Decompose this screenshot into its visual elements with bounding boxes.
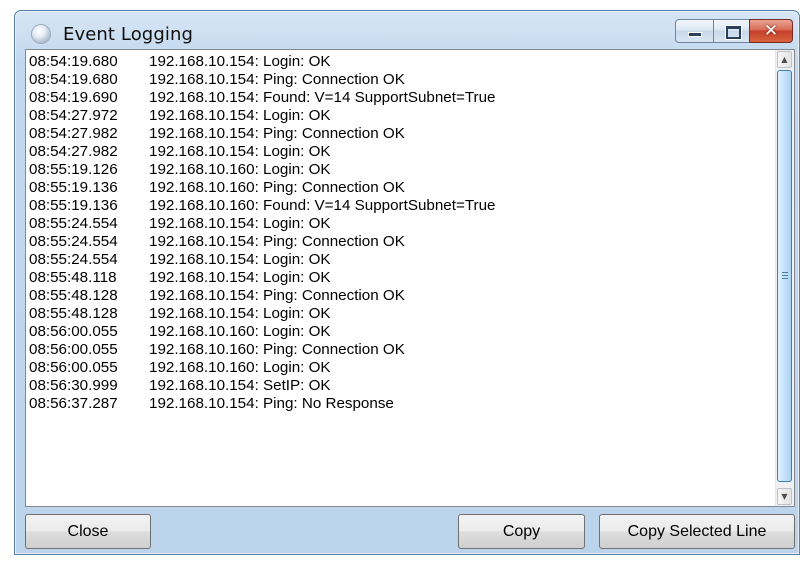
- log-message: 192.168.10.154: Ping: Connection OK: [149, 71, 405, 88]
- log-line[interactable]: 08:54:27.982 192.168.10.154: Ping: Connec…: [29, 125, 776, 143]
- log-line[interactable]: 08:55:48.118 192.168.10.154: Login: OK: [29, 269, 776, 287]
- log-message: 192.168.10.154: Login: OK: [149, 143, 331, 160]
- log-line[interactable]: 08:56:00.055 192.168.10.160: Ping: Connec…: [29, 341, 776, 359]
- log-timestamp: 08:56:00.055: [29, 323, 118, 340]
- log-line[interactable]: 08:55:24.554 192.168.10.154: Login: OK: [29, 251, 776, 269]
- caption-buttons: ✕: [675, 19, 793, 44]
- log-line[interactable]: 08:55:24.554 192.168.10.154: Ping: Connec…: [29, 233, 776, 251]
- log-timestamp: 08:55:24.554: [29, 251, 118, 268]
- close-button[interactable]: Close: [25, 514, 151, 549]
- log-line[interactable]: 08:55:19.126 192.168.10.160: Login: OK: [29, 161, 776, 179]
- maximize-button[interactable]: [713, 19, 750, 43]
- log-timestamp: 08:56:00.055: [29, 341, 118, 358]
- scroll-thumb[interactable]: [777, 70, 792, 482]
- log-line[interactable]: 08:55:48.128 192.168.10.154: Login: OK: [29, 305, 776, 323]
- log-timestamp: 08:55:19.136: [29, 179, 118, 196]
- log-message: 192.168.10.154: Ping: Connection OK: [149, 287, 405, 304]
- log-message: 192.168.10.154: Ping: Connection OK: [149, 233, 405, 250]
- arrow-down-icon: ▼: [781, 492, 788, 501]
- log-timestamp: 08:56:00.055: [29, 359, 118, 376]
- log-line[interactable]: 08:56:00.055 192.168.10.160: Login: OK: [29, 359, 776, 377]
- log-timestamp: 08:54:19.690: [29, 89, 118, 106]
- event-logging-window: Event Logging ✕ 08:54:19.680 192.168.10.1…: [14, 10, 800, 555]
- log-message: 192.168.10.154: Ping: No Response: [149, 395, 394, 412]
- grip-line: [782, 272, 788, 273]
- log-message: 192.168.10.154: SetIP: OK: [149, 377, 331, 394]
- log-line[interactable]: 08:54:19.690 192.168.10.154: Found: V=14 …: [29, 89, 776, 107]
- log-line[interactable]: 08:56:37.287 192.168.10.154: Ping: No Res…: [29, 395, 776, 413]
- log-line[interactable]: 08:55:19.136 192.168.10.160: Ping: Connec…: [29, 179, 776, 197]
- log-timestamp: 08:55:19.136: [29, 197, 118, 214]
- log-line[interactable]: 08:55:48.128 192.168.10.154: Ping: Connec…: [29, 287, 776, 305]
- event-log-list[interactable]: 08:54:19.680 192.168.10.154: Login: OK 08:…: [25, 49, 795, 507]
- copy-selected-line-button[interactable]: Copy Selected Line: [599, 514, 795, 549]
- log-timestamp: 08:56:30.999: [29, 377, 118, 394]
- log-lines: 08:54:19.680 192.168.10.154: Login: OK 08:…: [26, 50, 776, 506]
- log-message: 192.168.10.154: Login: OK: [149, 251, 331, 268]
- log-message: 192.168.10.154: Login: OK: [149, 215, 331, 232]
- log-timestamp: 08:56:37.287: [29, 395, 118, 412]
- log-timestamp: 08:55:24.554: [29, 215, 118, 232]
- window-title: Event Logging: [63, 24, 193, 45]
- log-line[interactable]: 08:56:30.999 192.168.10.154: SetIP: OK: [29, 377, 776, 395]
- log-line[interactable]: 08:54:27.982 192.168.10.154: Login: OK: [29, 143, 776, 161]
- log-timestamp: 08:55:48.118: [29, 269, 117, 286]
- log-message: 192.168.10.154: Login: OK: [149, 53, 331, 70]
- log-timestamp: 08:54:19.680: [29, 71, 118, 88]
- scroll-down-button[interactable]: ▼: [777, 488, 792, 505]
- maximize-icon: [726, 26, 741, 39]
- log-timestamp: 08:55:48.128: [29, 305, 118, 322]
- arrow-up-icon: ▲: [781, 55, 788, 64]
- log-message: 192.168.10.160: Login: OK: [149, 323, 331, 340]
- log-line[interactable]: 08:54:27.972 192.168.10.154: Login: OK: [29, 107, 776, 125]
- log-line[interactable]: 08:55:19.136 192.168.10.160: Found: V=14 …: [29, 197, 776, 215]
- log-timestamp: 08:54:27.972: [29, 107, 118, 124]
- log-message: 192.168.10.160: Login: OK: [149, 161, 331, 178]
- log-message: 192.168.10.154: Login: OK: [149, 305, 331, 322]
- grip-line: [782, 278, 788, 279]
- log-timestamp: 08:55:24.554: [29, 233, 118, 250]
- copy-button[interactable]: Copy: [458, 514, 585, 549]
- close-icon: ✕: [763, 21, 779, 41]
- minimize-icon: [689, 33, 701, 36]
- log-line[interactable]: 08:55:24.554 192.168.10.154: Login: OK: [29, 215, 776, 233]
- log-line[interactable]: 08:54:19.680 192.168.10.154: Login: OK: [29, 53, 776, 71]
- log-timestamp: 08:54:19.680: [29, 53, 118, 70]
- log-message: 192.168.10.160: Login: OK: [149, 359, 331, 376]
- app-icon: [32, 25, 50, 43]
- log-message: 192.168.10.154: Found: V=14 SupportSubne…: [149, 89, 496, 106]
- close-window-button[interactable]: ✕: [749, 19, 793, 43]
- log-message: 192.168.10.154: Ping: Connection OK: [149, 125, 405, 142]
- log-timestamp: 08:55:19.126: [29, 161, 118, 178]
- grip-line: [782, 275, 788, 276]
- log-message: 192.168.10.154: Login: OK: [149, 269, 331, 286]
- log-line[interactable]: 08:54:19.680 192.168.10.154: Ping: Connec…: [29, 71, 776, 89]
- log-message: 192.168.10.160: Ping: Connection OK: [149, 179, 405, 196]
- log-timestamp: 08:54:27.982: [29, 125, 118, 142]
- log-timestamp: 08:55:48.128: [29, 287, 118, 304]
- log-message: 192.168.10.160: Found: V=14 SupportSubne…: [149, 197, 496, 214]
- vertical-scrollbar[interactable]: ▲ ▼: [775, 50, 794, 506]
- scroll-up-button[interactable]: ▲: [777, 51, 792, 68]
- log-timestamp: 08:54:27.982: [29, 143, 118, 160]
- log-message: 192.168.10.160: Ping: Connection OK: [149, 341, 405, 358]
- minimize-button[interactable]: [675, 19, 714, 43]
- log-line[interactable]: 08:56:00.055 192.168.10.160: Login: OK: [29, 323, 776, 341]
- title-bar[interactable]: Event Logging ✕: [15, 11, 799, 49]
- log-message: 192.168.10.154: Login: OK: [149, 107, 331, 124]
